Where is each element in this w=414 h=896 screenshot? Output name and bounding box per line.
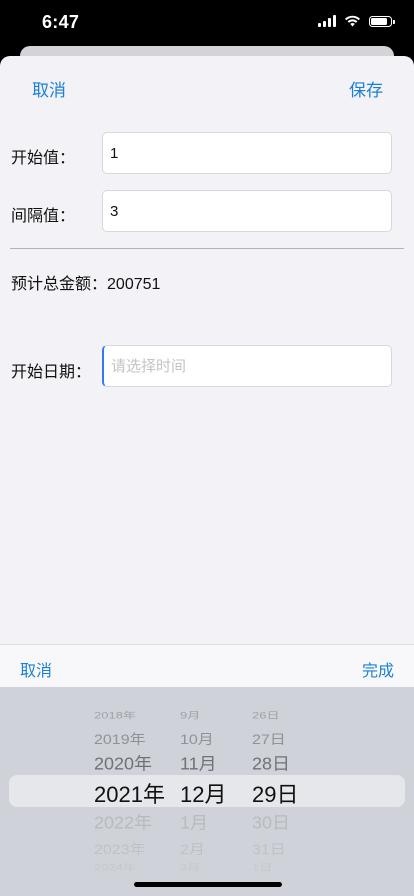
picker-day-option[interactable]: 30日 [252, 810, 290, 835]
start-date-input[interactable] [102, 345, 392, 387]
estimated-total-value: 200751 [107, 276, 161, 293]
cancel-button[interactable]: 取消 [32, 76, 66, 101]
day-wheel[interactable]: 26日 27日 28日 29日 30日 31日 1日 [252, 687, 312, 896]
picker-month-option[interactable]: 10月 [180, 728, 214, 748]
picker-year-option[interactable]: 2023年 [94, 838, 146, 858]
estimated-total: 预计总金额：200751 [11, 270, 160, 294]
picker-done-button[interactable]: 完成 [362, 657, 394, 681]
picker-cancel-button[interactable]: 取消 [20, 657, 52, 681]
start-value-label: 开始值： [11, 150, 76, 167]
status-time: 6:47 [42, 12, 80, 32]
battery-icon [369, 15, 395, 27]
month-wheel[interactable]: 9月 10月 11月 12月 1月 2月 3月 [180, 687, 240, 896]
picker-year-option-selected[interactable]: 2021年 [94, 777, 165, 809]
battery-level [371, 17, 388, 25]
divider [10, 248, 404, 249]
picker-year-option[interactable]: 2022年 [94, 810, 152, 835]
picker-month-option-selected[interactable]: 12月 [180, 777, 226, 809]
picker-toolbar: 取消 完成 [0, 644, 414, 688]
picker-day-option[interactable]: 31日 [252, 838, 286, 858]
start-date-label: 开始日期： [11, 364, 92, 381]
status-bar: 6:47 [0, 0, 414, 46]
year-wheel[interactable]: 2018年 2019年 2020年 2021年 2022年 2023年 2024年 [94, 687, 170, 896]
wifi-icon [345, 15, 360, 27]
home-indicator [134, 882, 282, 887]
picker-month-option[interactable]: 3月 [180, 860, 200, 873]
status-icons [318, 15, 395, 27]
picker-month-option[interactable]: 11月 [180, 751, 217, 776]
picker-day-option[interactable]: 26日 [252, 708, 279, 721]
picker-day-option[interactable]: 27日 [252, 728, 286, 748]
interval-value-input[interactable] [102, 190, 392, 232]
start-value-input[interactable] [102, 132, 392, 174]
cellular-signal-icon [318, 15, 336, 27]
save-button[interactable]: 保存 [349, 76, 383, 101]
picker-day-option[interactable]: 28日 [252, 751, 290, 776]
picker-year-option[interactable]: 2024年 [94, 860, 136, 873]
interval-value-label: 间隔值： [11, 208, 76, 225]
picker-month-option[interactable]: 2月 [180, 838, 205, 858]
date-picker[interactable]: 2018年 2019年 2020年 2021年 2022年 2023年 2024年 9月 10… [0, 687, 414, 896]
estimated-total-label: 预计总金额： [11, 276, 108, 293]
picker-day-option[interactable]: 1日 [252, 860, 272, 873]
picker-day-option-selected[interactable]: 29日 [252, 777, 298, 809]
picker-year-option[interactable]: 2019年 [94, 728, 146, 748]
picker-month-option[interactable]: 1月 [180, 810, 208, 835]
picker-month-option[interactable]: 9月 [180, 708, 200, 721]
picker-year-option[interactable]: 2018年 [94, 708, 136, 721]
picker-year-option[interactable]: 2020年 [94, 751, 152, 776]
